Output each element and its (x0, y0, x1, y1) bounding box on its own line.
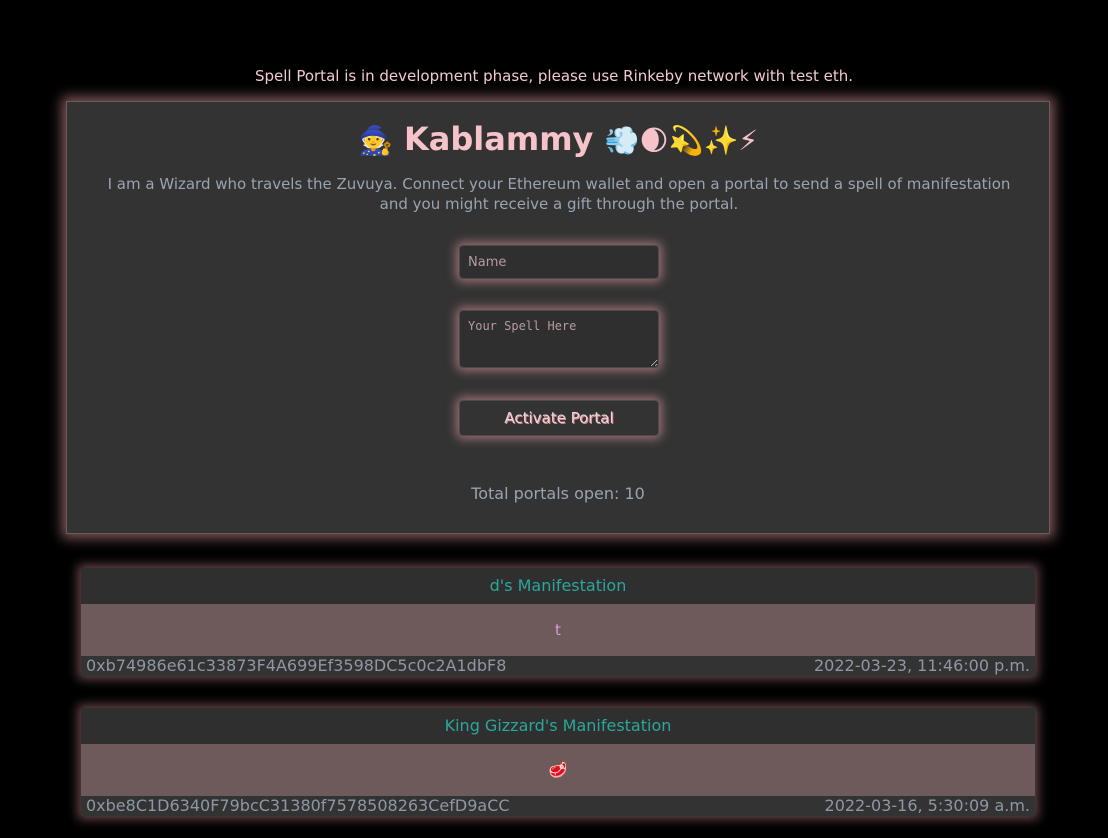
magic-trail-icon: 💨🌒💫✨⚡ (604, 124, 758, 157)
spell-footer: 0xbe8C1D6340F79bcC31380f7578508263CefD9a… (81, 796, 1035, 816)
spell-card: King Gizzard's Manifestation 🥩 0xbe8C1D6… (81, 708, 1035, 816)
dev-notice: Spell Portal is in development phase, pl… (254, 67, 854, 85)
spell-timestamp: 2022-03-16, 5:30:09 a.m. (824, 796, 1030, 815)
spell-card: d's Manifestation t 0xb74986e61c33873F4A… (81, 568, 1035, 676)
spell-message: 🥩 (81, 744, 1035, 796)
spell-title: d's Manifestation (81, 568, 1035, 604)
spell-title: King Gizzard's Manifestation (81, 708, 1035, 744)
wizard-icon: 🧙 (357, 124, 393, 157)
total-portals-count: Total portals open: 10 (471, 484, 645, 503)
spell-message: t (81, 604, 1035, 656)
activate-portal-button[interactable]: Activate Portal (459, 400, 659, 436)
portal-card: 🧙 Kablammy 💨🌒💫✨⚡ I am a Wizard who trave… (66, 101, 1050, 534)
name-input[interactable] (459, 245, 659, 279)
spell-textarea[interactable] (459, 310, 659, 368)
page-title: 🧙 Kablammy 💨🌒💫✨⚡ (67, 118, 1049, 162)
spell-footer: 0xb74986e61c33873F4A699Ef3598DC5c0c2A1db… (81, 656, 1035, 676)
wallet-address: 0xb74986e61c33873F4A699Ef3598DC5c0c2A1db… (86, 656, 507, 675)
intro-text: I am a Wizard who travels the Zuvuya. Co… (107, 175, 1011, 213)
title-text: Kablammy (404, 120, 594, 158)
spell-timestamp: 2022-03-23, 11:46:00 p.m. (813, 656, 1030, 675)
wallet-address: 0xbe8C1D6340F79bcC31380f7578508263CefD9a… (86, 796, 510, 815)
